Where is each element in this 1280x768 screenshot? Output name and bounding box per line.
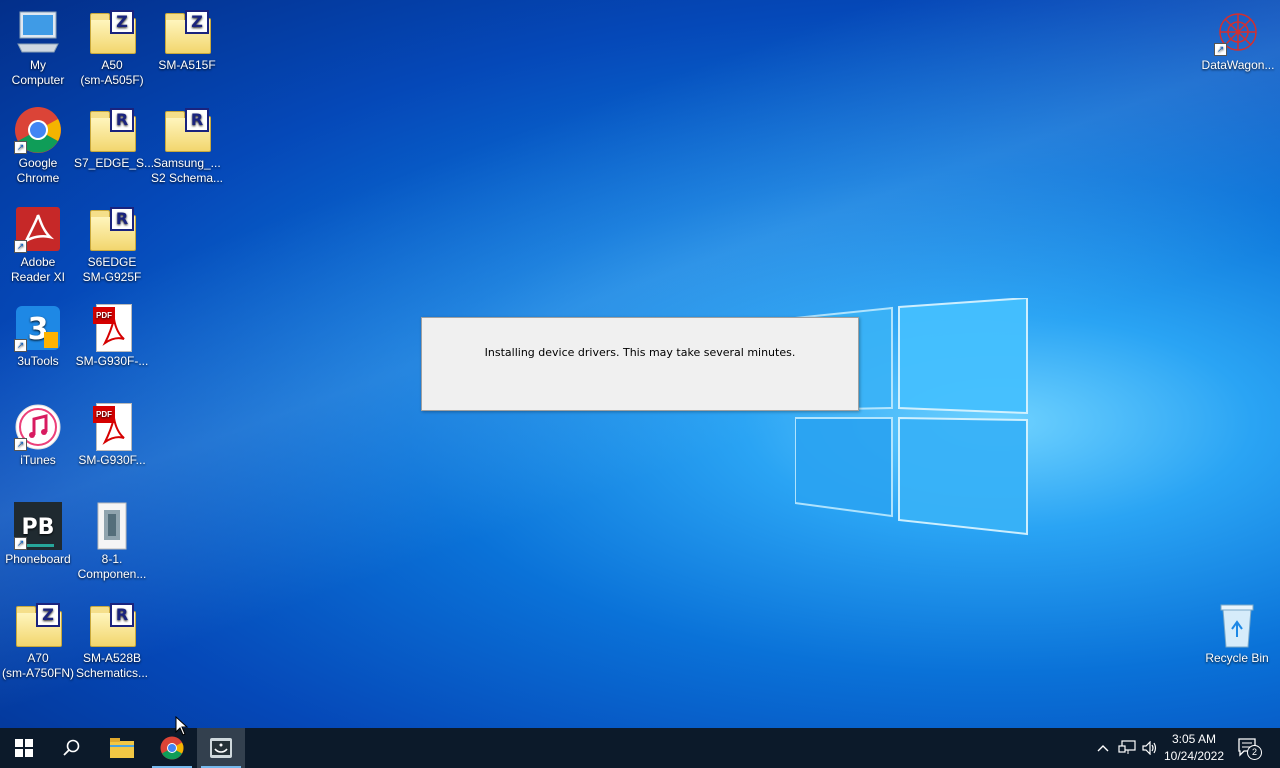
rar-badge-icon: R (185, 108, 209, 132)
folder-a50-icon: Z (88, 8, 136, 56)
recycle-bin-icon (1213, 601, 1261, 649)
desktop-icon-folder-sm-a515f[interactable]: Z SM-A515F (149, 8, 225, 73)
shortcut-arrow-icon: ↗ (14, 339, 27, 352)
phoneboard-icon: PB ↗ (14, 502, 62, 550)
winzip-badge-icon: Z (185, 10, 209, 34)
installer-app-icon (210, 738, 232, 758)
shortcut-arrow-icon: ↗ (14, 141, 27, 154)
desktop-icon-recycle-bin[interactable]: Recycle Bin (1199, 601, 1275, 666)
icon-label: My Computer (11, 58, 65, 87)
winzip-badge-icon: Z (36, 603, 60, 627)
folder-s7-edge-icon: R (88, 106, 136, 154)
notification-count-badge: 2 (1247, 745, 1262, 760)
desktop-icon-itunes[interactable]: ↗ iTunes (0, 403, 76, 468)
desktop-icon-pdf-sm-g930f-1[interactable]: PDF SM-G930F-... (74, 304, 150, 369)
network-icon (1118, 740, 1136, 754)
network-button[interactable] (1116, 728, 1138, 768)
desktop-icon-folder-a70[interactable]: Z A70 (sm-A750FN) (0, 601, 76, 681)
folder-s6edge-icon: R (88, 205, 136, 253)
my-computer-icon (14, 8, 62, 56)
winzip-badge-icon: Z (110, 10, 134, 34)
icon-label: iTunes (20, 453, 56, 467)
desktop-icon-folder-s6edge[interactable]: R S6EDGE SM-G925F (74, 205, 150, 285)
desktop-icon-component-file[interactable]: 8-1. Componen... (74, 502, 150, 582)
shortcut-arrow-icon: ↗ (14, 240, 27, 253)
shortcut-arrow-icon: ↗ (1214, 43, 1227, 56)
folder-sm-a515f-icon: Z (163, 8, 211, 56)
icon-label: S6EDGE SM-G925F (82, 255, 142, 284)
folder-samsung-s2-icon: R (163, 106, 211, 154)
pdf-file-icon: PDF (88, 304, 136, 352)
dialog-message: Installing device drivers. This may take… (484, 346, 796, 359)
search-button[interactable] (48, 728, 96, 768)
start-button[interactable] (0, 728, 48, 768)
pdf-file-icon: PDF (88, 403, 136, 451)
rar-badge-icon: R (110, 207, 134, 231)
adobe-reader-icon: ↗ (14, 205, 62, 253)
folder-sm-a528b-icon: R (88, 601, 136, 649)
3utools-icon: 3 ↗ (14, 304, 62, 352)
desktop-icon-folder-sm-a528b[interactable]: R SM-A528B Schematics... (74, 601, 150, 681)
volume-button[interactable] (1140, 728, 1160, 768)
desktop-icon-pdf-sm-g930f-2[interactable]: PDF SM-G930F... (74, 403, 150, 468)
desktop-icon-google-chrome[interactable]: ↗ Google Chrome (0, 106, 76, 186)
shortcut-arrow-icon: ↗ (14, 537, 27, 550)
icon-label: Recycle Bin (1205, 651, 1269, 665)
icon-label: A50 (sm-A505F) (80, 58, 144, 87)
taskbar: 3:05 AM 10/24/2022 2 (0, 728, 1280, 768)
installing-drivers-dialog: Installing device drivers. This may take… (421, 317, 859, 411)
chrome-icon (160, 736, 184, 760)
icon-label: A70 (sm-A750FN) (1, 651, 74, 680)
clock-date: 10/24/2022 (1163, 749, 1225, 763)
show-hidden-icons-button[interactable] (1094, 728, 1112, 768)
icon-label: Adobe Reader XI (10, 255, 66, 284)
desktop-icon-folder-a50[interactable]: Z A50 (sm-A505F) (74, 8, 150, 88)
file-explorer-button[interactable] (98, 728, 146, 768)
google-chrome-icon: ↗ (14, 106, 62, 154)
icon-label: S7_EDGE_S... (74, 156, 155, 170)
desktop-icon-folder-samsung-s2[interactable]: R Samsung_... S2 Schema... (149, 106, 225, 186)
component-file-icon (88, 502, 136, 550)
desktop-icon-adobe-reader[interactable]: ↗ Adobe Reader XI (0, 205, 76, 285)
chevron-up-icon (1097, 745, 1109, 752)
icon-label: SM-A515F (158, 58, 216, 72)
file-explorer-icon (110, 738, 134, 758)
icon-label: Google Chrome (16, 156, 60, 185)
desktop-icon-folder-s7-edge[interactable]: R S7_EDGE_S... (74, 106, 155, 171)
icon-label: Samsung_... S2 Schema... (150, 156, 224, 185)
icon-label: SM-A528B Schematics... (75, 651, 149, 680)
desktop-icon-phoneboard[interactable]: PB ↗ Phoneboard (0, 502, 76, 567)
icon-label: 3uTools (17, 354, 59, 368)
icon-label: DataWagon... (1201, 58, 1275, 72)
installer-taskbar-button[interactable] (197, 728, 245, 768)
clock-time: 3:05 AM (1171, 732, 1217, 746)
icon-label: SM-G930F-... (75, 354, 149, 368)
icon-label: Phoneboard (5, 552, 71, 566)
shortcut-arrow-icon: ↗ (14, 438, 27, 451)
desktop-icon-datawagon[interactable]: ↗ DataWagon... (1199, 8, 1277, 73)
rar-badge-icon: R (110, 108, 134, 132)
folder-a70-icon: Z (14, 601, 62, 649)
speaker-icon (1142, 741, 1157, 755)
windows-start-icon (15, 739, 33, 757)
desktop-icon-3utools[interactable]: 3 ↗ 3uTools (0, 304, 76, 369)
mouse-cursor-icon (175, 716, 189, 736)
desktop-icon-my-computer[interactable]: My Computer (0, 8, 76, 88)
datawagon-icon: ↗ (1214, 8, 1262, 56)
clock[interactable]: 3:05 AM 10/24/2022 (1160, 731, 1228, 765)
desktop-background: My Computer ↗ Google Chrome ↗ Adobe Read… (0, 0, 1280, 728)
icon-label: 8-1. Componen... (77, 552, 147, 581)
rar-badge-icon: R (110, 603, 134, 627)
itunes-icon: ↗ (14, 403, 62, 451)
icon-label: SM-G930F... (78, 453, 146, 467)
action-center-button[interactable]: 2 (1234, 728, 1264, 768)
search-icon (63, 739, 80, 756)
